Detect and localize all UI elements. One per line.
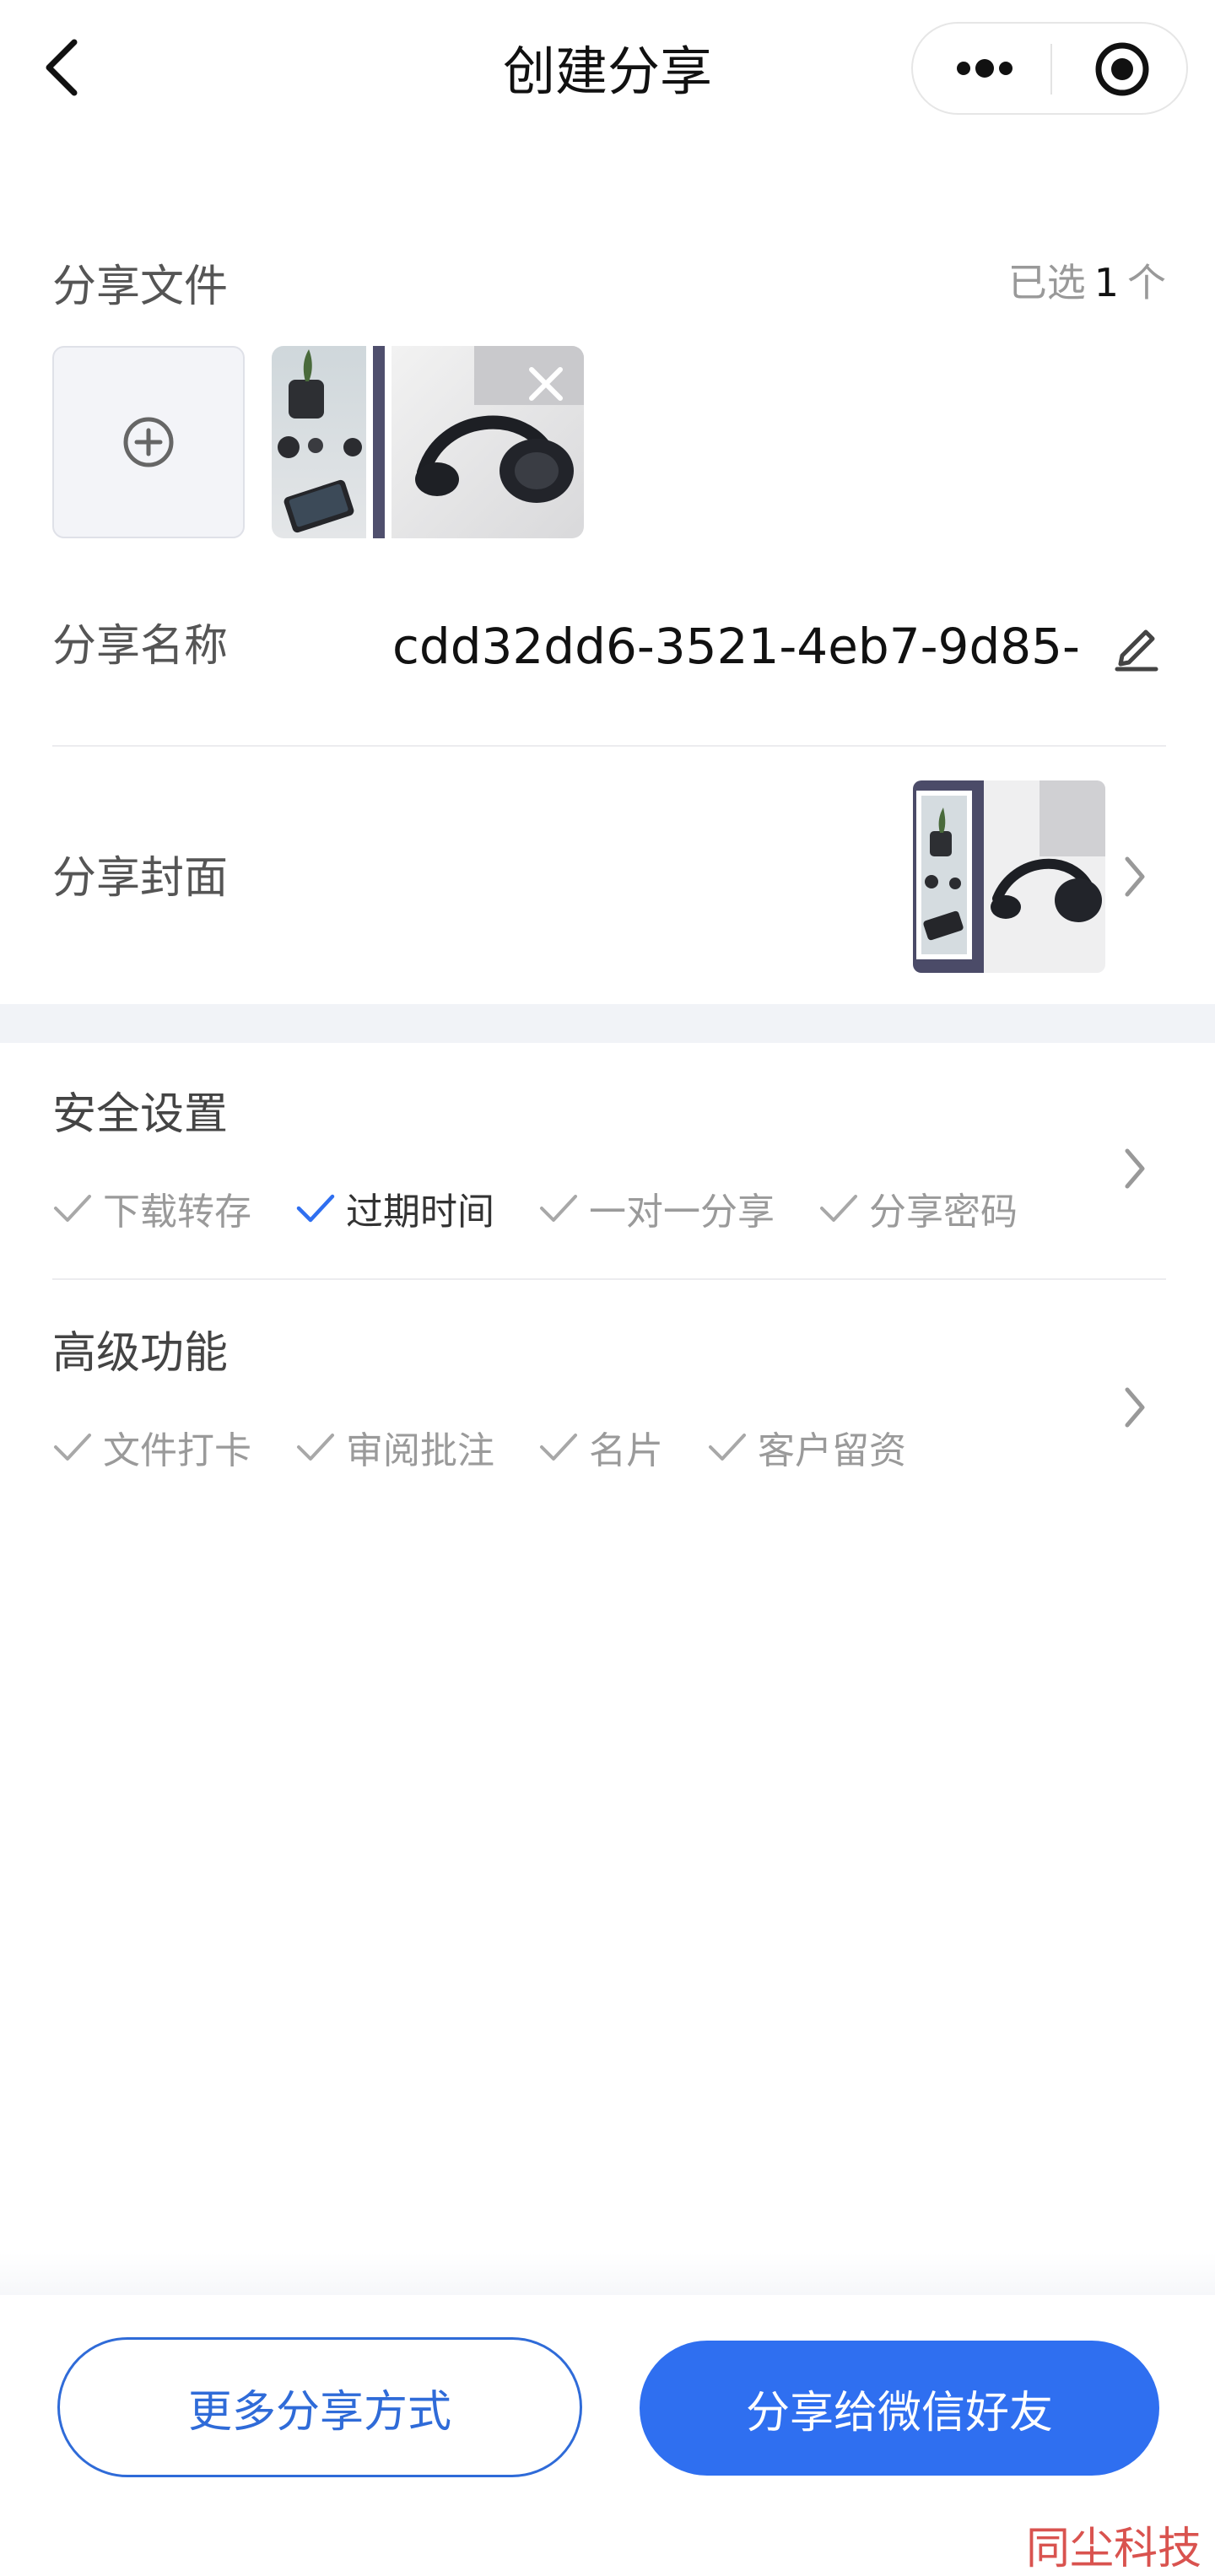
capsule-divider (1050, 44, 1052, 95)
remove-file-button[interactable] (525, 363, 567, 405)
nav-bar: 创建分享 (0, 0, 1215, 143)
close-miniprogram-button[interactable] (1092, 39, 1153, 100)
more-share-options-button[interactable]: 更多分享方式 (57, 2337, 582, 2477)
chevron-right-icon[interactable] (1122, 854, 1148, 899)
section-separator (0, 1004, 1215, 1043)
check-icon (820, 1195, 857, 1222)
tag-expiry-time: 过期时间 (295, 1181, 494, 1235)
cover-thumbnail[interactable] (913, 780, 1105, 973)
chevron-right-icon[interactable] (1122, 1385, 1148, 1430)
bottom-bar-shadow (0, 2253, 1215, 2295)
tag-one-to-one: 一对一分享 (538, 1181, 775, 1235)
tag-label: 客户留资 (758, 1429, 906, 1472)
share-name-label: 分享名称 (52, 621, 229, 672)
tag-label: 分享密码 (869, 1191, 1018, 1234)
advanced-tags: 文件打卡 审阅批注 名片 客户留资 (52, 1422, 950, 1472)
tag-download-save: 下载转存 (52, 1181, 251, 1235)
watermark: 同尘科技 (1025, 2524, 1202, 2574)
tag-label: 一对一分享 (589, 1191, 775, 1234)
tag-label: 文件打卡 (103, 1429, 251, 1472)
divider (52, 1278, 1166, 1280)
tag-share-password: 分享密码 (818, 1181, 1018, 1235)
tag-label: 下载转存 (103, 1191, 251, 1234)
add-circle-icon (123, 417, 174, 467)
edit-pencil-icon (1115, 629, 1158, 672)
selected-count-number: 1 (1094, 260, 1119, 305)
tag-customer-leads: 客户留资 (707, 1420, 906, 1474)
check-icon (540, 1195, 577, 1222)
chevron-right-icon[interactable] (1122, 1146, 1148, 1191)
cover-preview-image (913, 780, 1105, 973)
check-icon (709, 1434, 746, 1461)
check-icon (296, 1194, 335, 1223)
tag-business-card: 名片 (538, 1420, 663, 1474)
tag-label: 过期时间 (346, 1191, 494, 1234)
selected-prefix: 已选 (1007, 260, 1086, 305)
more-dots-icon (957, 59, 1012, 78)
share-files-label: 分享文件 (52, 262, 229, 312)
file-thumbnail[interactable] (272, 346, 584, 538)
divider (52, 745, 1166, 747)
tag-label: 审阅批注 (346, 1429, 494, 1472)
close-icon (529, 367, 563, 401)
security-tags: 下载转存 过期时间 一对一分享 分享密码 (52, 1183, 1061, 1234)
tag-file-checkin: 文件打卡 (52, 1420, 251, 1474)
add-file-button[interactable] (52, 346, 245, 538)
tag-review-annotate: 审阅批注 (295, 1420, 494, 1474)
edit-name-button[interactable] (1112, 618, 1161, 672)
mini-program-capsule (911, 22, 1188, 115)
share-name-value[interactable]: cdd32dd6-3521-4eb7-9d85- (392, 616, 1080, 677)
selected-suffix: 个 (1127, 260, 1166, 305)
security-settings-title: 安全设置 (52, 1089, 229, 1140)
selected-count: 已选 1 个 (1008, 257, 1166, 308)
check-icon (297, 1434, 334, 1461)
share-cover-label: 分享封面 (52, 853, 229, 904)
check-icon (54, 1195, 91, 1222)
check-icon (540, 1434, 577, 1461)
tag-label: 名片 (589, 1429, 663, 1472)
advanced-features-title: 高级功能 (52, 1328, 229, 1379)
target-icon (1095, 42, 1149, 96)
share-to-wechat-button[interactable]: 分享给微信好友 (640, 2341, 1159, 2476)
more-button[interactable] (947, 41, 1023, 96)
check-icon (54, 1434, 91, 1461)
